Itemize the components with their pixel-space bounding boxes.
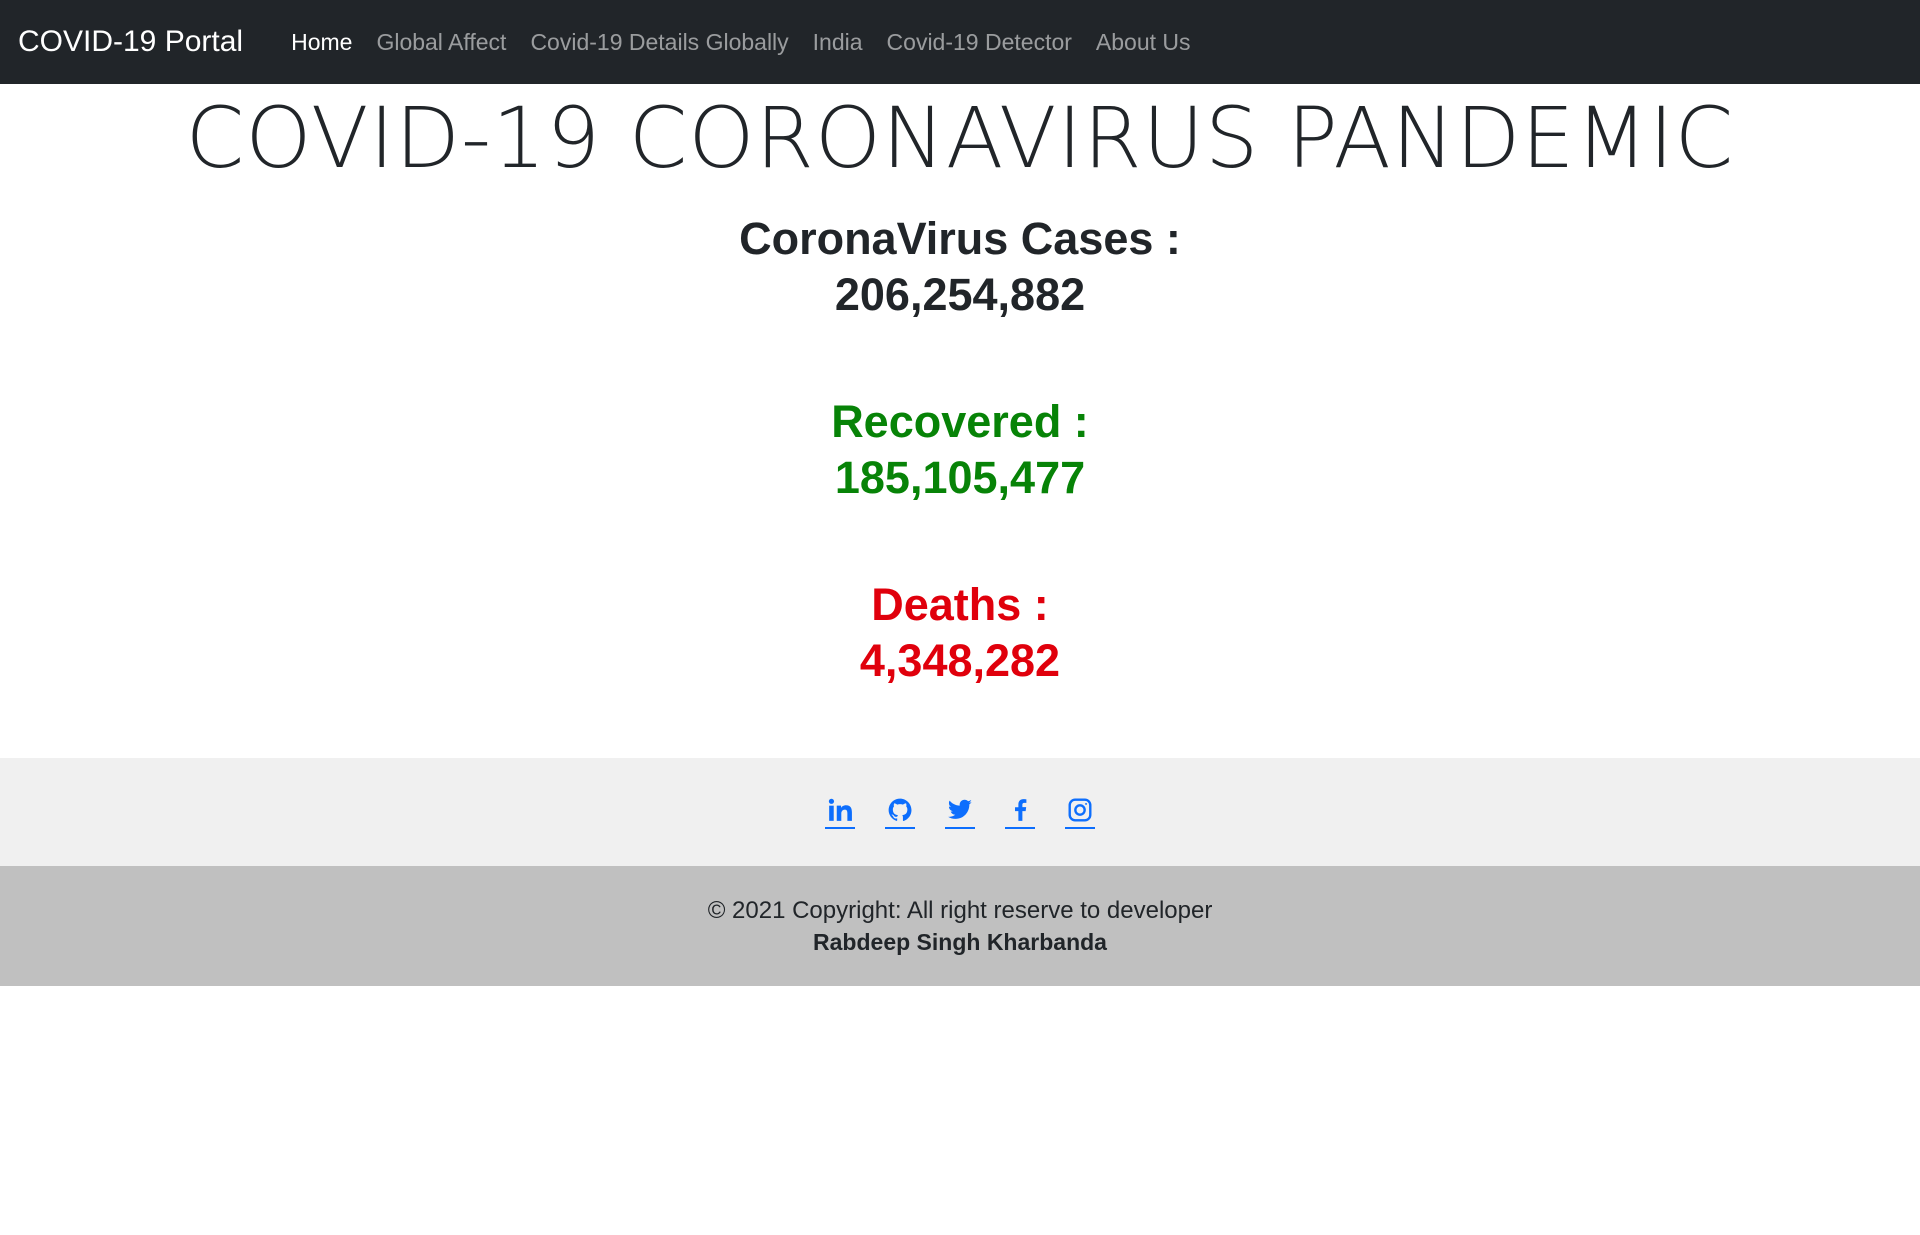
developer-name: Rabdeep Singh Kharbanda: [813, 929, 1107, 955]
linkedin-icon[interactable]: [825, 795, 855, 829]
github-icon[interactable]: [885, 795, 915, 829]
copyright-bar: © 2021 Copyright: All right reserve to d…: [0, 866, 1920, 986]
facebook-icon[interactable]: [1005, 795, 1035, 829]
recovered-value: 185,105,477: [834, 452, 1086, 503]
nav-item-covid-details-globally[interactable]: Covid-19 Details Globally: [518, 29, 800, 55]
top-navbar: COVID-19 Portal Home Global Affect Covid…: [0, 0, 1920, 84]
deaths-stat: Deaths : 4,348,282: [0, 577, 1920, 689]
nav-item-home[interactable]: Home: [279, 29, 364, 55]
page-title: COVID-19 CORONAVIRUS PANDEMIC: [185, 89, 1735, 187]
recovered-label: Recovered :: [831, 396, 1089, 447]
nav-item-global-affect[interactable]: Global Affect: [364, 29, 518, 55]
nav-menu: Home Global Affect Covid-19 Details Glob…: [279, 29, 1202, 56]
cases-value: 206,254,882: [834, 269, 1086, 320]
nav-item-about-us[interactable]: About Us: [1084, 29, 1203, 55]
deaths-value: 4,348,282: [859, 635, 1061, 686]
cases-stat: CoronaVirus Cases : 206,254,882: [0, 211, 1920, 323]
instagram-icon[interactable]: [1065, 795, 1095, 829]
nav-item-covid-detector[interactable]: Covid-19 Detector: [875, 29, 1084, 55]
brand-link[interactable]: COVID-19 Portal: [18, 27, 243, 57]
social-links-bar: [0, 758, 1920, 866]
nav-item-india[interactable]: India: [801, 29, 875, 55]
twitter-icon[interactable]: [945, 795, 975, 829]
deaths-label: Deaths :: [871, 579, 1049, 630]
recovered-stat: Recovered : 185,105,477: [0, 394, 1920, 506]
copyright-text: © 2021 Copyright: All right reserve to d…: [707, 897, 1213, 924]
cases-label: CoronaVirus Cases :: [739, 213, 1181, 264]
